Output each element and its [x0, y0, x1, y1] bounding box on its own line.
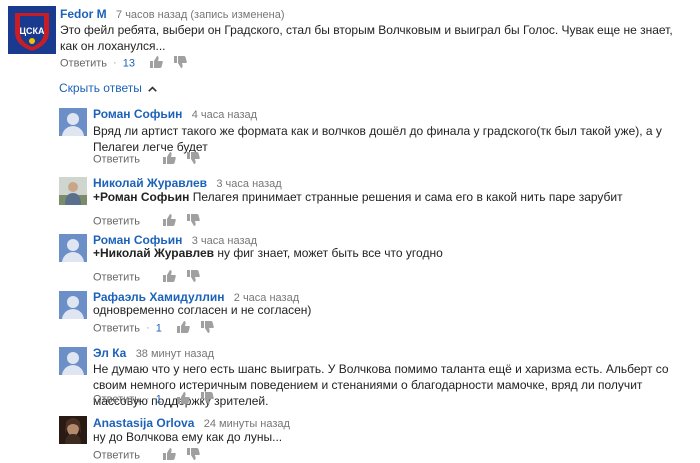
like-count: 13	[122, 57, 135, 70]
mention-link[interactable]: +Николай Журавлев	[93, 246, 214, 260]
comment-time[interactable]: 7 часов назад (запись изменена)	[116, 9, 285, 21]
avatar[interactable]: ЦСКА	[8, 6, 56, 54]
avatar[interactable]	[59, 347, 87, 375]
reply-button[interactable]: Ответить	[60, 57, 107, 69]
mention-link[interactable]: +Роман Софьин	[93, 190, 189, 204]
separator-dot: ·	[113, 57, 117, 70]
thumbs-up-icon[interactable]	[163, 152, 176, 167]
thumbs-down-icon[interactable]	[187, 448, 200, 463]
reply-button[interactable]: Ответить	[93, 393, 140, 405]
comment-text: +Роман Софьин Пелагея принимает странные…	[93, 189, 683, 205]
thumbs-down-icon[interactable]	[200, 321, 214, 336]
comment-author[interactable]: Николай Журавлев	[93, 176, 207, 190]
thumbs-down-icon[interactable]	[187, 214, 200, 229]
avatar[interactable]	[59, 416, 87, 444]
reply-button[interactable]: Ответить	[93, 271, 140, 283]
separator-dot: ·	[146, 322, 150, 335]
thumbs-down-icon[interactable]	[174, 56, 187, 71]
avatar[interactable]	[59, 291, 87, 319]
thumbs-up-icon[interactable]	[163, 270, 176, 285]
thumbs-up-icon[interactable]	[176, 392, 190, 407]
comment-author[interactable]: Эл Ка	[93, 346, 126, 360]
hide-replies-label: Скрыть ответы	[59, 81, 142, 95]
comment-text: +Николай Журавлев ну фиг знает, может бы…	[93, 245, 683, 261]
separator-dot: ·	[146, 393, 150, 406]
thumbs-up-icon[interactable]	[176, 321, 190, 336]
hide-replies-toggle[interactable]: Скрыть ответы	[59, 81, 157, 95]
thumbs-down-icon[interactable]	[187, 270, 200, 285]
reply-button[interactable]: Ответить	[93, 153, 140, 165]
svg-text:ЦСКА: ЦСКА	[19, 26, 45, 36]
comment-text: Это фейл ребята, выбери он Градского, ст…	[60, 23, 673, 53]
thumbs-up-icon[interactable]	[163, 214, 176, 229]
thumbs-down-icon[interactable]	[187, 152, 200, 167]
reply-button[interactable]: Ответить	[93, 449, 140, 461]
comment-text: Вряд ли артист такого же формата как и в…	[93, 124, 662, 154]
comment-author[interactable]: Fedor M	[60, 7, 107, 21]
reply-button[interactable]: Ответить	[93, 215, 140, 227]
thumbs-down-icon[interactable]	[200, 392, 214, 407]
thumbs-up-icon[interactable]	[163, 448, 176, 463]
thumbs-up-icon[interactable]	[150, 56, 163, 71]
reply-button[interactable]: Ответить	[93, 322, 140, 334]
comment-body: Пелагея принимает странные решения и сам…	[192, 190, 623, 204]
comment-body: ну фиг знает, может быть все что угодно	[217, 246, 443, 260]
like-count: 1	[155, 393, 162, 406]
like-count: 1	[155, 322, 162, 335]
comment-text: ну до Волчкова ему как до луны...	[93, 430, 283, 444]
avatar[interactable]	[59, 177, 87, 205]
comment-author[interactable]: Роман Софьин	[93, 107, 182, 121]
comment-time[interactable]: 38 минут назад	[136, 348, 214, 360]
avatar[interactable]	[59, 108, 87, 136]
comment-author[interactable]: Anastasija Orlova	[93, 416, 194, 430]
comment-text: одновременно согласен и не согласен)	[93, 303, 312, 317]
chevron-up-icon	[148, 84, 157, 95]
avatar[interactable]	[59, 234, 87, 262]
comment-time[interactable]: 4 часа назад	[192, 109, 257, 121]
